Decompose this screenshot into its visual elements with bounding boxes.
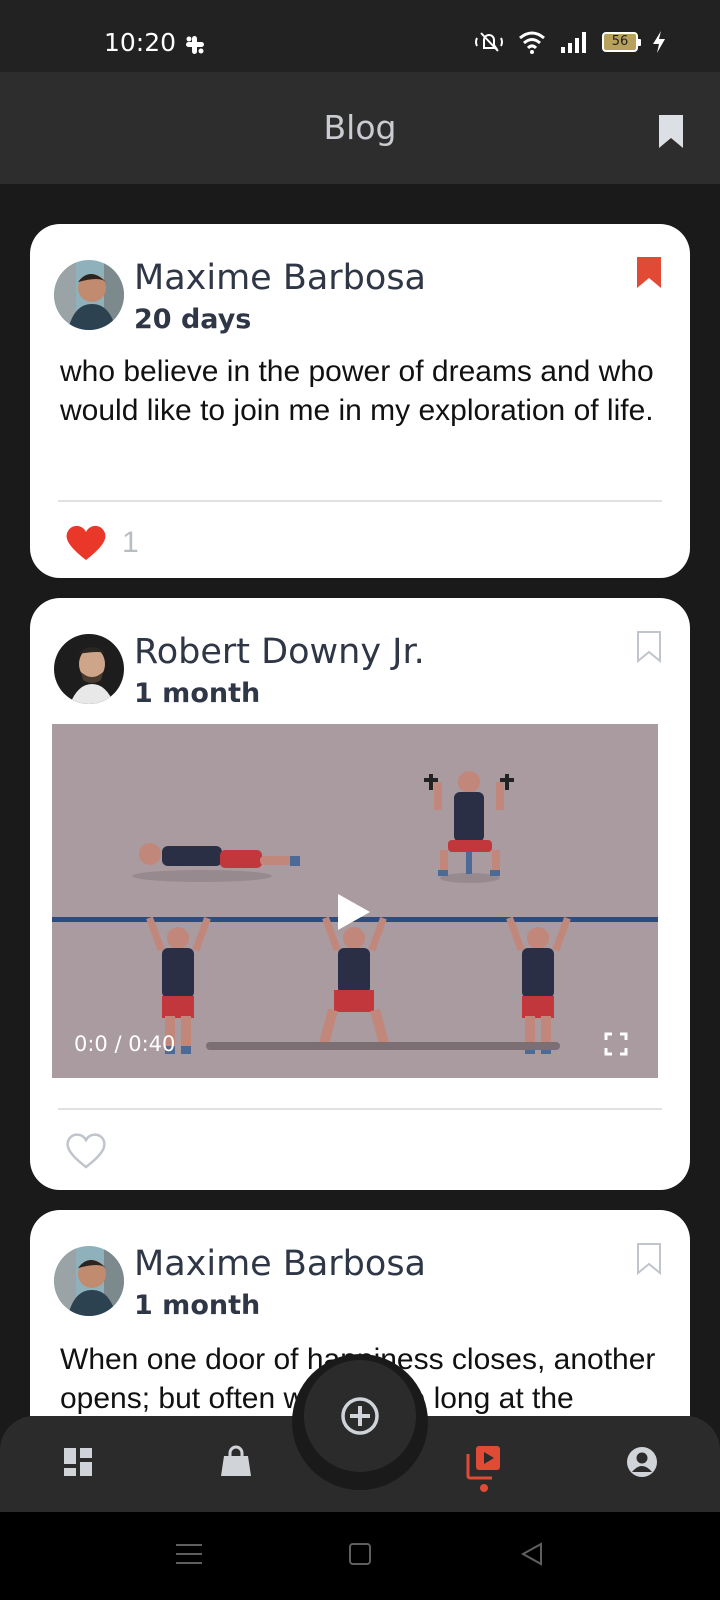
heart-icon[interactable] [64,522,108,562]
author-name[interactable]: Maxime Barbosa [134,1244,426,1284]
back-icon[interactable] [520,1542,544,1566]
status-icons: 56 [474,30,666,54]
add-post-button[interactable] [304,1360,416,1472]
shop-bag-icon[interactable] [218,1444,254,1480]
post-time: 1 month [134,678,261,709]
slack-icon [186,36,204,54]
charging-icon [653,31,665,53]
bookmark-icon[interactable] [658,114,684,150]
account-icon[interactable] [624,1444,660,1480]
post-time: 20 days [134,304,252,335]
divider [58,1108,662,1110]
video-library-icon[interactable] [466,1444,502,1480]
fullscreen-icon[interactable] [604,1032,628,1056]
active-indicator [480,1484,488,1492]
post-text: who believe in the power of dreams and w… [60,355,654,427]
bookmark-outline-icon[interactable] [636,630,662,664]
bookmark-outline-icon[interactable] [636,1242,662,1276]
video-time: 0:0 / 0:40 [74,1032,176,1056]
play-icon[interactable] [336,892,372,932]
add-post-icon [341,1397,379,1435]
post-time: 1 month [134,1290,261,1321]
post-feed[interactable]: Maxime Barbosa 20 days who believe in th… [0,184,720,1416]
home-icon[interactable] [348,1542,372,1566]
status-time: 10:20 [104,28,177,57]
post-card: Robert Downy Jr. 1 month 0:0 / 0:40 [30,598,690,1190]
post-card: Maxime Barbosa 20 days who believe in th… [30,224,690,578]
video-progress-bar[interactable] [206,1042,560,1050]
status-bar: 10:20 56 [0,0,720,72]
app-header: Blog [0,72,720,184]
signal-icon [561,32,586,53]
wifi-icon [519,31,545,54]
like-count: 1 [122,526,139,559]
author-name[interactable]: Robert Downy Jr. [134,632,425,672]
battery-icon: 56 [602,32,641,52]
menu-icon[interactable] [176,1542,202,1566]
divider [58,500,662,502]
bookmark-icon[interactable] [636,256,662,290]
dashboard-icon[interactable] [60,1444,96,1480]
video-player[interactable]: 0:0 / 0:40 [52,724,658,1078]
mute-icon [475,32,503,52]
heart-outline-icon[interactable] [64,1130,108,1170]
author-name[interactable]: Maxime Barbosa [134,258,426,298]
avatar[interactable] [54,260,124,330]
system-nav-bar [0,1512,720,1600]
page-title: Blog [323,108,397,147]
avatar[interactable] [54,1246,124,1316]
avatar[interactable] [54,634,124,704]
